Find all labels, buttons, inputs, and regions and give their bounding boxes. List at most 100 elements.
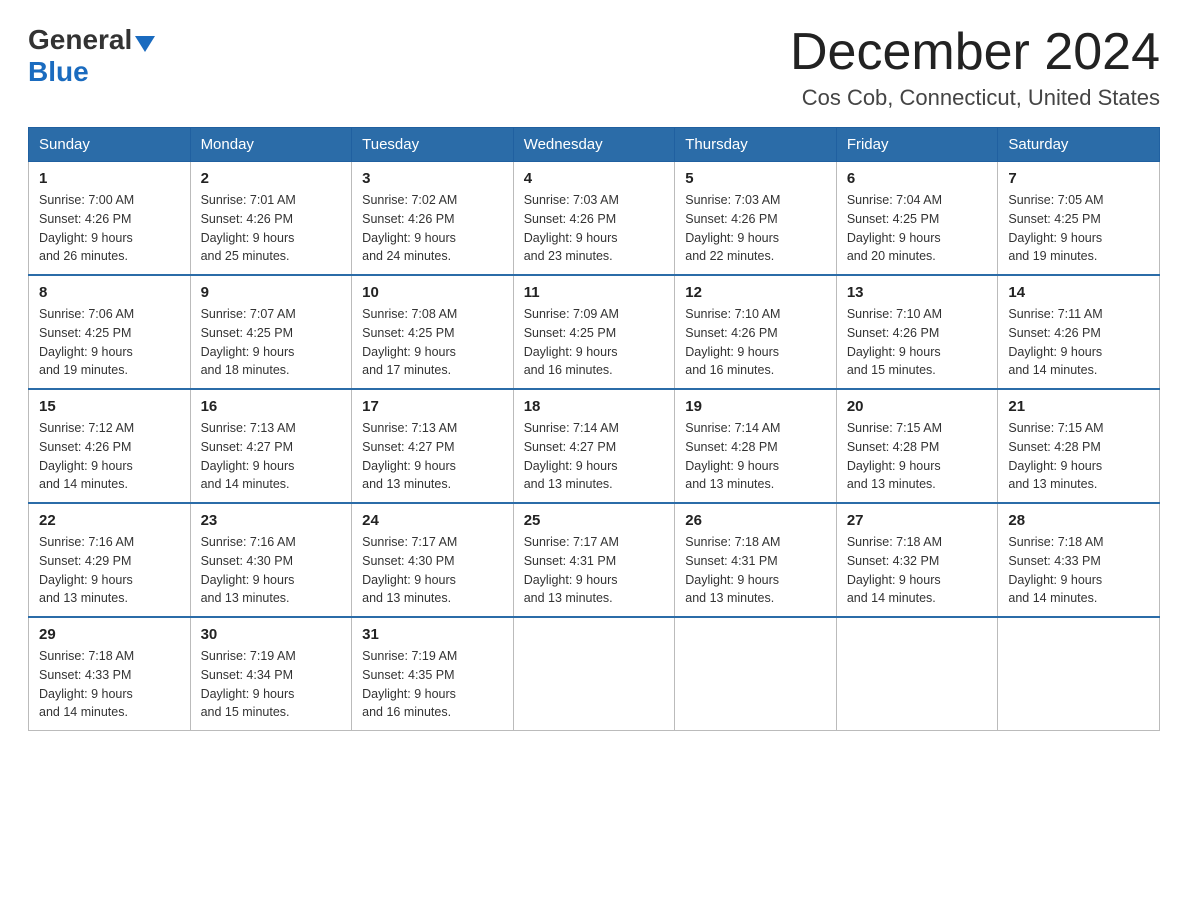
sunrise-label: Sunrise: 7:15 AM xyxy=(847,421,942,435)
logo-triangle-icon xyxy=(135,36,155,52)
day-info: Sunrise: 7:03 AM Sunset: 4:26 PM Dayligh… xyxy=(524,191,665,266)
day-number: 14 xyxy=(1008,284,1149,301)
daylight-label: Daylight: 9 hours xyxy=(362,231,456,245)
daylight-minutes: and 13 minutes. xyxy=(39,591,128,605)
daylight-minutes: and 14 minutes. xyxy=(1008,363,1097,377)
calendar-cell: 13 Sunrise: 7:10 AM Sunset: 4:26 PM Dayl… xyxy=(836,275,998,389)
sunrise-label: Sunrise: 7:12 AM xyxy=(39,421,134,435)
day-number: 1 xyxy=(39,170,180,187)
daylight-label: Daylight: 9 hours xyxy=(39,459,133,473)
daylight-label: Daylight: 9 hours xyxy=(524,231,618,245)
logo: General Blue xyxy=(28,24,155,88)
column-header-monday: Monday xyxy=(190,128,352,162)
day-info: Sunrise: 7:10 AM Sunset: 4:26 PM Dayligh… xyxy=(847,305,988,380)
logo-general-text: General xyxy=(28,24,132,56)
calendar-cell: 3 Sunrise: 7:02 AM Sunset: 4:26 PM Dayli… xyxy=(352,162,514,276)
day-number: 4 xyxy=(524,170,665,187)
daylight-label: Daylight: 9 hours xyxy=(39,231,133,245)
sunset-label: Sunset: 4:27 PM xyxy=(524,440,616,454)
sunrise-label: Sunrise: 7:18 AM xyxy=(1008,535,1103,549)
sunrise-label: Sunrise: 7:18 AM xyxy=(39,649,134,663)
sunrise-label: Sunrise: 7:17 AM xyxy=(524,535,619,549)
sunrise-label: Sunrise: 7:10 AM xyxy=(847,307,942,321)
daylight-minutes: and 19 minutes. xyxy=(1008,249,1097,263)
day-number: 18 xyxy=(524,398,665,415)
day-info: Sunrise: 7:18 AM Sunset: 4:31 PM Dayligh… xyxy=(685,533,826,608)
day-number: 3 xyxy=(362,170,503,187)
week-row-2: 8 Sunrise: 7:06 AM Sunset: 4:25 PM Dayli… xyxy=(29,275,1160,389)
location-title: Cos Cob, Connecticut, United States xyxy=(790,85,1160,111)
sunrise-label: Sunrise: 7:13 AM xyxy=(362,421,457,435)
sunset-label: Sunset: 4:26 PM xyxy=(847,326,939,340)
sunset-label: Sunset: 4:26 PM xyxy=(39,440,131,454)
daylight-minutes: and 13 minutes. xyxy=(685,477,774,491)
daylight-label: Daylight: 9 hours xyxy=(201,459,295,473)
daylight-minutes: and 17 minutes. xyxy=(362,363,451,377)
day-number: 19 xyxy=(685,398,826,415)
calendar-cell: 5 Sunrise: 7:03 AM Sunset: 4:26 PM Dayli… xyxy=(675,162,837,276)
column-header-friday: Friday xyxy=(836,128,998,162)
day-info: Sunrise: 7:11 AM Sunset: 4:26 PM Dayligh… xyxy=(1008,305,1149,380)
column-header-tuesday: Tuesday xyxy=(352,128,514,162)
day-info: Sunrise: 7:16 AM Sunset: 4:30 PM Dayligh… xyxy=(201,533,342,608)
daylight-minutes: and 22 minutes. xyxy=(685,249,774,263)
sunrise-label: Sunrise: 7:17 AM xyxy=(362,535,457,549)
calendar-cell: 19 Sunrise: 7:14 AM Sunset: 4:28 PM Dayl… xyxy=(675,389,837,503)
calendar-table: SundayMondayTuesdayWednesdayThursdayFrid… xyxy=(28,127,1160,731)
calendar-cell: 20 Sunrise: 7:15 AM Sunset: 4:28 PM Dayl… xyxy=(836,389,998,503)
daylight-label: Daylight: 9 hours xyxy=(847,573,941,587)
column-header-wednesday: Wednesday xyxy=(513,128,675,162)
day-info: Sunrise: 7:14 AM Sunset: 4:28 PM Dayligh… xyxy=(685,419,826,494)
sunrise-label: Sunrise: 7:16 AM xyxy=(39,535,134,549)
day-number: 28 xyxy=(1008,512,1149,529)
day-number: 6 xyxy=(847,170,988,187)
sunset-label: Sunset: 4:32 PM xyxy=(847,554,939,568)
sunrise-label: Sunrise: 7:02 AM xyxy=(362,193,457,207)
sunrise-label: Sunrise: 7:14 AM xyxy=(524,421,619,435)
calendar-cell: 30 Sunrise: 7:19 AM Sunset: 4:34 PM Dayl… xyxy=(190,617,352,731)
logo-blue-text: Blue xyxy=(28,56,89,88)
daylight-minutes: and 15 minutes. xyxy=(847,363,936,377)
daylight-label: Daylight: 9 hours xyxy=(524,345,618,359)
column-header-saturday: Saturday xyxy=(998,128,1160,162)
day-number: 9 xyxy=(201,284,342,301)
daylight-label: Daylight: 9 hours xyxy=(39,345,133,359)
sunset-label: Sunset: 4:25 PM xyxy=(362,326,454,340)
sunset-label: Sunset: 4:26 PM xyxy=(685,326,777,340)
daylight-label: Daylight: 9 hours xyxy=(1008,573,1102,587)
daylight-minutes: and 13 minutes. xyxy=(1008,477,1097,491)
daylight-minutes: and 18 minutes. xyxy=(201,363,290,377)
calendar-cell xyxy=(998,617,1160,731)
daylight-label: Daylight: 9 hours xyxy=(39,573,133,587)
day-number: 31 xyxy=(362,626,503,643)
day-info: Sunrise: 7:13 AM Sunset: 4:27 PM Dayligh… xyxy=(201,419,342,494)
day-info: Sunrise: 7:03 AM Sunset: 4:26 PM Dayligh… xyxy=(685,191,826,266)
day-info: Sunrise: 7:19 AM Sunset: 4:34 PM Dayligh… xyxy=(201,647,342,722)
sunset-label: Sunset: 4:28 PM xyxy=(685,440,777,454)
daylight-label: Daylight: 9 hours xyxy=(524,459,618,473)
day-number: 21 xyxy=(1008,398,1149,415)
sunset-label: Sunset: 4:33 PM xyxy=(39,668,131,682)
day-number: 26 xyxy=(685,512,826,529)
day-number: 30 xyxy=(201,626,342,643)
day-number: 13 xyxy=(847,284,988,301)
sunset-label: Sunset: 4:26 PM xyxy=(685,212,777,226)
day-info: Sunrise: 7:06 AM Sunset: 4:25 PM Dayligh… xyxy=(39,305,180,380)
daylight-label: Daylight: 9 hours xyxy=(847,459,941,473)
calendar-cell: 27 Sunrise: 7:18 AM Sunset: 4:32 PM Dayl… xyxy=(836,503,998,617)
day-number: 16 xyxy=(201,398,342,415)
daylight-minutes: and 14 minutes. xyxy=(1008,591,1097,605)
calendar-cell: 2 Sunrise: 7:01 AM Sunset: 4:26 PM Dayli… xyxy=(190,162,352,276)
daylight-label: Daylight: 9 hours xyxy=(685,231,779,245)
day-info: Sunrise: 7:17 AM Sunset: 4:30 PM Dayligh… xyxy=(362,533,503,608)
daylight-minutes: and 16 minutes. xyxy=(685,363,774,377)
sunset-label: Sunset: 4:33 PM xyxy=(1008,554,1100,568)
daylight-label: Daylight: 9 hours xyxy=(362,345,456,359)
day-number: 24 xyxy=(362,512,503,529)
sunrise-label: Sunrise: 7:19 AM xyxy=(201,649,296,663)
sunset-label: Sunset: 4:28 PM xyxy=(1008,440,1100,454)
sunset-label: Sunset: 4:26 PM xyxy=(201,212,293,226)
sunset-label: Sunset: 4:29 PM xyxy=(39,554,131,568)
calendar-cell: 12 Sunrise: 7:10 AM Sunset: 4:26 PM Dayl… xyxy=(675,275,837,389)
day-number: 20 xyxy=(847,398,988,415)
